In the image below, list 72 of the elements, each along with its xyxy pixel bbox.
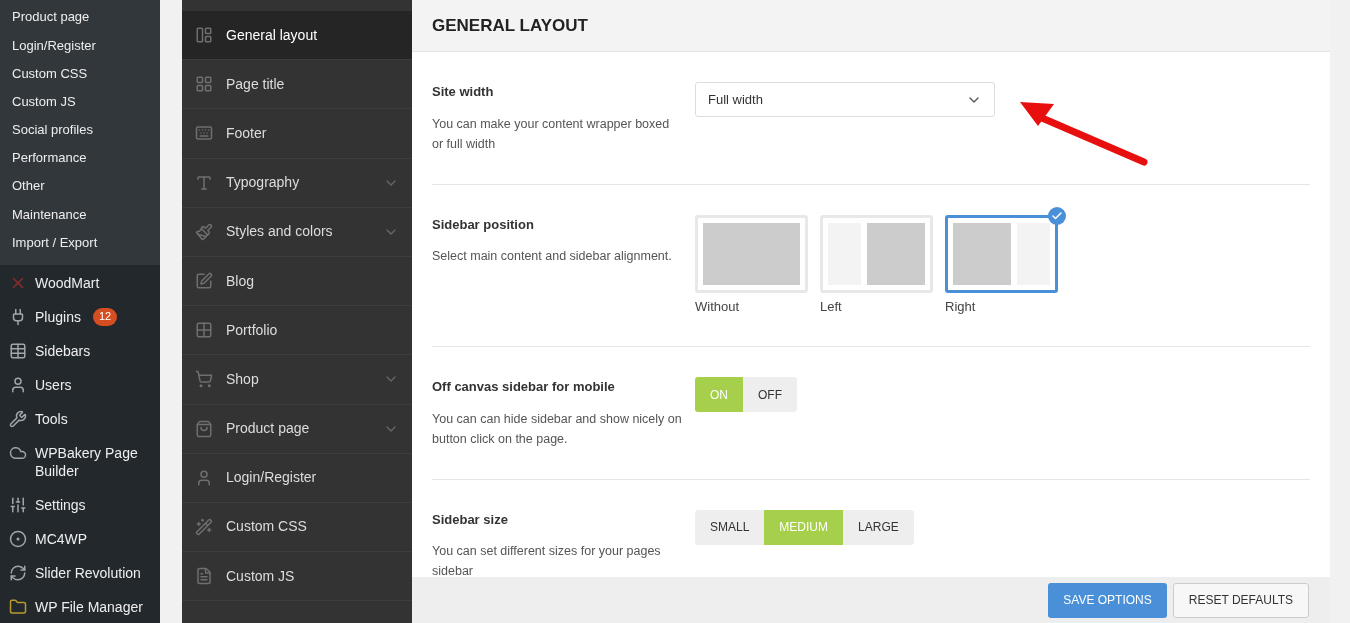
menu-label: WoodMart <box>35 273 100 292</box>
layout-option[interactable] <box>945 214 1058 293</box>
admin-menu-item[interactable]: Users <box>0 367 160 402</box>
brush-icon <box>195 222 213 241</box>
wand-icon <box>195 517 213 536</box>
admin-menu-item[interactable]: Sidebars <box>0 333 160 368</box>
table-icon <box>9 341 27 360</box>
submenu-link[interactable]: Import / Export <box>0 228 160 257</box>
admin-menu-item[interactable]: WP File Manager <box>0 589 160 623</box>
content-pane <box>953 222 1011 285</box>
reset-button[interactable]: RESET DEFAULTS <box>1172 582 1309 618</box>
bag-icon <box>195 419 213 438</box>
admin-menu-item[interactable]: Settings <box>0 487 160 522</box>
letter-icon <box>195 173 213 192</box>
submenu-link[interactable]: Login/Register <box>0 31 160 60</box>
wrench-icon <box>9 409 27 428</box>
sliders-icon <box>9 495 27 514</box>
admin-menu-item[interactable]: WoodMart <box>0 265 160 300</box>
count-badge: 12 <box>92 307 118 326</box>
check-icon <box>1048 206 1066 225</box>
folder-icon <box>9 597 27 616</box>
user-icon <box>9 375 27 394</box>
admin-menu-item[interactable]: Tools <box>0 401 160 436</box>
panel-title: GENERAL LAYOUT <box>432 14 588 37</box>
grid-icon <box>195 75 213 94</box>
setting-description: You can set different sizes for your pages sidebar <box>432 543 662 577</box>
submenu-link[interactable]: Custom CSS <box>0 59 160 88</box>
layout-label: Without <box>695 297 741 316</box>
submenu-link[interactable]: Product page <box>0 3 160 32</box>
setting-description: You can make your content wrapper boxed or full width <box>432 115 671 153</box>
setting-title: Site width <box>432 83 495 101</box>
menu-label: Slider Revolution <box>35 563 141 582</box>
options-nav-item[interactable]: General layout <box>182 11 412 61</box>
submenu-link[interactable]: Social profiles <box>0 115 160 144</box>
layout-label: Right <box>945 297 977 316</box>
submenu-link[interactable]: Other <box>0 172 160 201</box>
layout-label: Left <box>820 297 843 316</box>
layout-icon <box>195 26 213 45</box>
setting-title: Sidebar position <box>432 215 535 234</box>
admin-menu-item[interactable]: Plugins 12 <box>0 299 160 334</box>
sidebar-pane <box>1017 222 1050 285</box>
cart-icon <box>195 370 213 389</box>
document-icon <box>195 567 213 586</box>
segment-button[interactable]: SMALL <box>695 509 765 545</box>
segment-button[interactable]: LARGE <box>843 509 914 545</box>
user-icon <box>195 468 213 487</box>
admin-menu-item[interactable]: WPBakery Page Builder <box>0 435 160 488</box>
grid-icon <box>195 321 213 340</box>
menu-label: Plugins <box>35 307 81 326</box>
menu-label: Settings <box>35 495 86 514</box>
setting-description: You can can hide sidebar and show nicely on button click on the page. <box>432 410 682 448</box>
menu-label: Tools <box>35 409 68 428</box>
admin-menu-item[interactable]: Slider Revolution <box>0 555 160 590</box>
submenu-link[interactable]: Maintenance <box>0 200 160 229</box>
admin-menu-item[interactable]: MC4WP <box>0 521 160 556</box>
submenu-link[interactable]: Custom JS <box>0 87 160 116</box>
keyboard-icon <box>195 124 213 143</box>
submenu-link[interactable]: Performance <box>0 143 160 173</box>
setting-description: Select main content and sidebar alignment. <box>432 248 673 265</box>
menu-label: WPBakery Page Builder <box>35 443 139 480</box>
menu-label: MC4WP <box>35 529 88 548</box>
circle-icon <box>9 529 27 548</box>
menu-label: Sidebars <box>35 341 91 360</box>
menu-label: Users <box>35 375 72 394</box>
content-pane <box>867 222 925 285</box>
pen-icon <box>195 272 213 291</box>
refresh-icon <box>9 563 27 582</box>
site-width-select[interactable]: Full width <box>695 82 995 117</box>
setting-title: Off canvas sidebar for mobile <box>432 378 616 396</box>
setting-title: Sidebar size <box>432 510 509 529</box>
segment-button[interactable]: OFF <box>743 377 797 412</box>
menu-label: WP File Manager <box>35 597 143 616</box>
